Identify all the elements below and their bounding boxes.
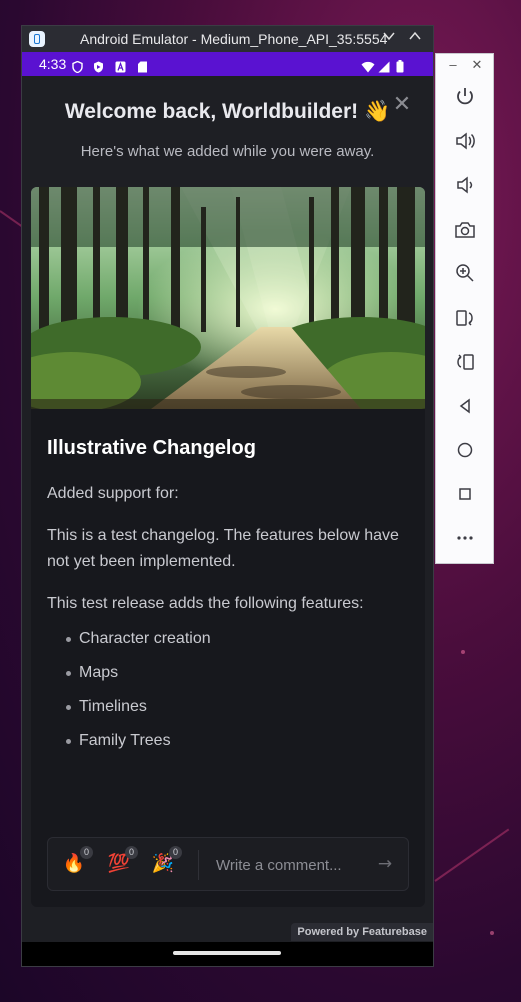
emulator-side-toolbar: – ✕ — [435, 53, 494, 564]
volume-down-icon[interactable] — [453, 173, 477, 197]
changelog-card: Illustrative Changelog Added support for… — [31, 187, 425, 907]
desktop-decoration — [490, 931, 494, 935]
changelog-note: This is a test changelog. The features b… — [47, 527, 399, 570]
more-icon[interactable] — [453, 526, 477, 550]
wifi-icon — [361, 58, 375, 73]
shield-icon — [72, 58, 83, 74]
android-studio-icon — [29, 31, 45, 47]
rotate-right-icon[interactable] — [453, 350, 477, 374]
sd-card-icon — [137, 58, 148, 73]
modal-subheading: Here's what we added while you were away… — [80, 143, 375, 160]
forest-hero-image — [31, 187, 425, 412]
back-icon[interactable] — [453, 394, 477, 418]
emulator-titlebar[interactable]: Android Emulator - Medium_Phone_API_35:5… — [22, 26, 433, 52]
android-nav-bar — [22, 942, 433, 966]
status-time: 4:33 — [39, 56, 67, 72]
reaction-count: 0 — [80, 846, 93, 859]
app-screen: Welcome back, Worldbuilder! 👋 ✕ Here's w… — [22, 76, 433, 942]
overview-icon[interactable] — [453, 482, 477, 506]
reaction-count: 0 — [125, 846, 138, 859]
reaction-comment-bar: 🔥 0 💯 0 🎉 0 → — [47, 837, 409, 891]
powered-by-link[interactable]: Powered by Featurebase — [291, 923, 433, 941]
comment-input[interactable] — [216, 853, 376, 877]
android-status-bar: 4:33 — [22, 52, 433, 76]
hundred-reaction-button[interactable]: 💯 0 — [107, 846, 138, 876]
divider — [198, 850, 199, 880]
party-reaction-button[interactable]: 🎉 0 — [151, 846, 182, 876]
reaction-count: 0 — [169, 846, 182, 859]
feature-item: Character creation — [47, 628, 211, 662]
play-protect-icon — [93, 58, 104, 73]
close-icon[interactable]: ✕ — [470, 58, 484, 72]
desktop-decoration — [461, 650, 465, 654]
desktop-decoration — [434, 828, 510, 882]
power-icon[interactable] — [453, 85, 477, 109]
volume-up-icon[interactable] — [453, 129, 477, 153]
zoom-icon[interactable] — [453, 261, 477, 285]
close-icon[interactable]: ✕ — [392, 94, 412, 116]
camera-icon[interactable] — [453, 218, 477, 242]
fire-reaction-button[interactable]: 🔥 0 — [62, 846, 93, 876]
cellular-signal-icon — [378, 58, 390, 73]
changelog-title: Illustrative Changelog — [47, 437, 256, 459]
send-arrow-icon[interactable]: → — [374, 852, 396, 876]
window-title: Android Emulator - Medium_Phone_API_35:5… — [80, 31, 388, 47]
battery-icon — [396, 58, 404, 73]
feature-list: Character creation Maps Timelines Family… — [47, 628, 211, 764]
home-icon[interactable] — [453, 438, 477, 462]
minimize-icon[interactable]: – — [446, 58, 460, 72]
changelog-intro: Added support for: — [47, 485, 179, 502]
chevron-up-icon[interactable] — [405, 29, 425, 49]
notification-a-icon — [115, 58, 126, 73]
rotate-left-icon[interactable] — [453, 306, 477, 330]
chevron-down-icon[interactable] — [379, 29, 399, 49]
feature-item: Family Trees — [47, 730, 211, 764]
emulator-window: Android Emulator - Medium_Phone_API_35:5… — [21, 25, 434, 967]
modal-heading: Welcome back, Worldbuilder! 👋 — [64, 100, 391, 123]
feature-item: Timelines — [47, 696, 211, 730]
gesture-handle[interactable] — [173, 951, 281, 955]
changelog-lead: This test release adds the following fea… — [47, 595, 364, 612]
feature-item: Maps — [47, 662, 211, 696]
